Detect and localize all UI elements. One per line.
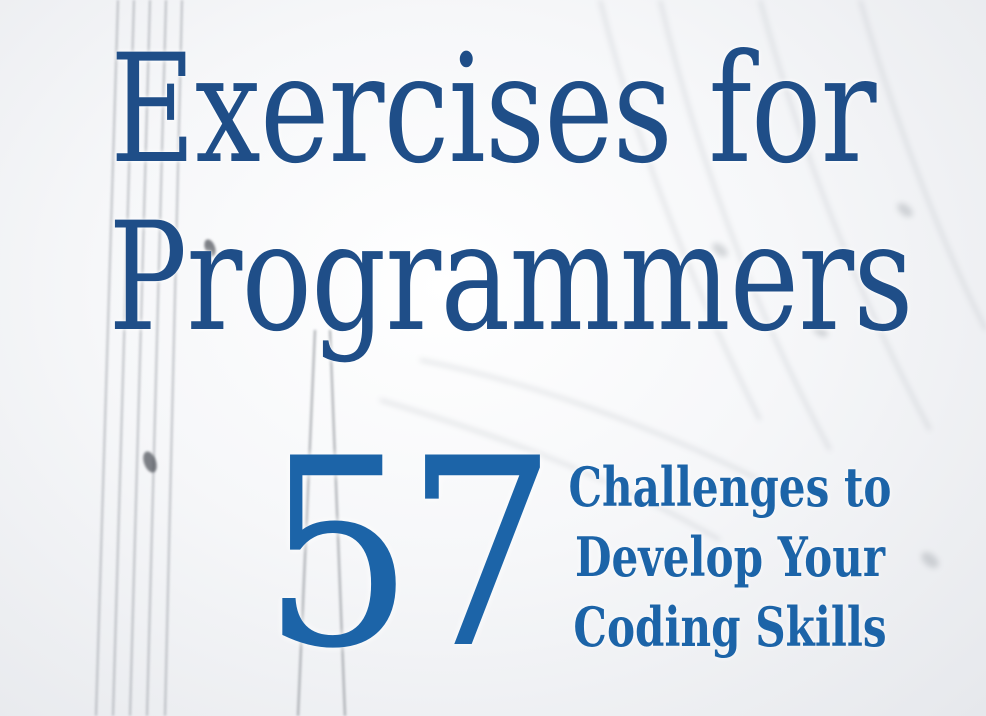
subtitle-line-1: Challenges to xyxy=(568,455,892,519)
subtitle-line-2: Develop Your xyxy=(574,525,886,589)
title-line-1: Exercises for xyxy=(110,23,876,197)
subtitle: Challenges to Develop Your Coding Skills xyxy=(500,452,960,662)
title-line-2: Programmers xyxy=(108,191,913,365)
book-cover: Exercises for Programmers 57 Challenges … xyxy=(0,0,986,716)
challenge-count: 57 xyxy=(262,404,557,706)
subtitle-line-3: Coding Skills xyxy=(573,595,887,659)
